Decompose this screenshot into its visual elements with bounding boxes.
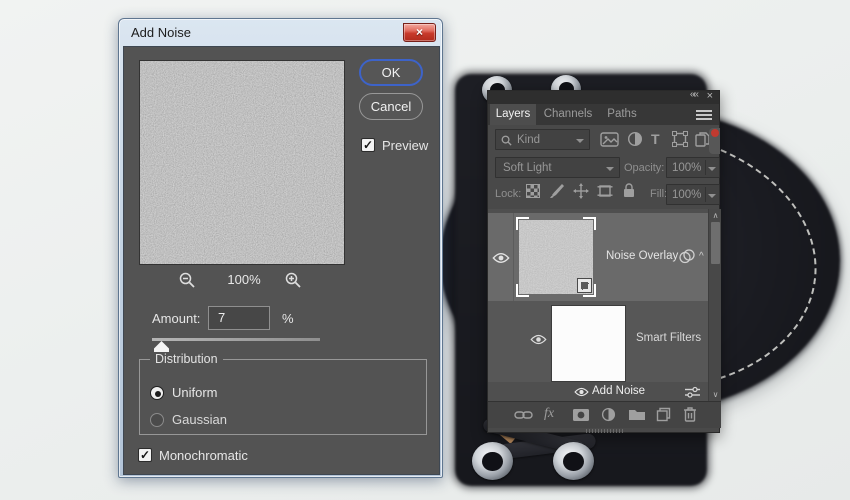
gaussian-label[interactable]: Gaussian [172, 412, 227, 427]
shape-layer-filter-icon[interactable] [672, 131, 688, 147]
panel-resize-grip[interactable] [586, 429, 624, 433]
opacity-dropdown[interactable]: 100% [666, 157, 720, 178]
metal-eyelet [472, 442, 513, 480]
amount-input[interactable]: 7 [208, 306, 270, 330]
metal-eyelet [553, 442, 594, 480]
layer-row-smart-filters[interactable]: Smart Filters [488, 301, 708, 382]
photoshop-workspace: Add Noise × 100% [0, 0, 850, 500]
tab-layers[interactable]: Layers [490, 104, 536, 125]
lock-all-icon[interactable] [622, 182, 636, 198]
distribution-group: Distribution Uniform Gaussian [139, 359, 427, 435]
scroll-down-icon[interactable]: ∨ [711, 390, 720, 399]
monochromatic-checkbox[interactable]: ✓ [138, 448, 152, 462]
preview-zoom-controls: 100% [164, 269, 324, 291]
distribution-legend: Distribution [150, 352, 223, 366]
lock-pixels-brush-icon[interactable] [549, 183, 565, 199]
collapse-panel-icon[interactable]: «« [690, 89, 697, 100]
kind-label: Kind [517, 134, 540, 146]
smart-filters-label: Smart Filters [636, 332, 701, 344]
gaussian-radio[interactable] [150, 413, 164, 427]
pixel-layer-filter-icon[interactable] [600, 132, 619, 147]
blend-mode-dropdown[interactable]: Soft Light [495, 157, 620, 178]
panel-topbar: «« × [488, 91, 719, 104]
smart-filter-indicator-icon[interactable] [678, 249, 697, 264]
tab-paths[interactable]: Paths [600, 104, 644, 125]
smart-filter-entry-add-noise[interactable]: Add Noise [488, 384, 708, 400]
new-layer-icon[interactable] [656, 407, 671, 422]
add-noise-dialog: Add Noise × 100% [118, 18, 443, 478]
amount-slider-track[interactable] [152, 338, 320, 341]
noise-preview-image[interactable] [139, 60, 345, 265]
zoom-level: 100% [216, 272, 272, 287]
fill-label: Fill: [650, 188, 667, 200]
filtering-toggle[interactable] [709, 128, 720, 154]
scroll-up-icon[interactable]: ∧ [711, 211, 720, 220]
fill-dropdown[interactable]: 100% [666, 184, 720, 205]
ok-button[interactable]: OK [359, 59, 423, 86]
filter-mask-thumbnail[interactable] [551, 305, 626, 382]
fill-value: 100% [672, 189, 701, 201]
new-group-folder-icon[interactable] [628, 408, 646, 421]
scrollbar-thumb[interactable] [711, 222, 720, 264]
delete-layer-trash-icon[interactable] [683, 406, 697, 422]
layer-list: Noise Overlay ^ Smart Filters Add Noise [488, 209, 721, 401]
layers-panel: «« × Layers Channels Paths Kind T [487, 90, 720, 433]
lock-position-icon[interactable] [573, 183, 589, 199]
smart-object-badge-icon [577, 278, 592, 293]
adjustment-layer-icon[interactable] [601, 407, 616, 422]
dialog-title: Add Noise [131, 25, 191, 40]
filter-kind-dropdown[interactable]: Kind [495, 129, 590, 150]
amount-label: Amount: [152, 311, 200, 326]
filter-blending-options-icon[interactable] [684, 386, 701, 398]
lock-transparency-icon[interactable] [526, 184, 540, 198]
layer-style-fx-icon[interactable]: fx [544, 406, 554, 422]
preview-checkbox[interactable]: ✓ [361, 138, 375, 152]
close-panel-icon[interactable]: × [707, 90, 713, 102]
chevron-down-icon [708, 167, 716, 175]
preview-checkbox-label: Preview [382, 138, 428, 153]
panel-tab-bar: Layers Channels Paths [488, 104, 719, 125]
chevron-down-icon [576, 139, 584, 147]
panel-menu-icon[interactable] [696, 110, 712, 120]
panel-toolbar: fx [488, 401, 721, 428]
type-layer-filter-icon[interactable]: T [651, 131, 660, 147]
opacity-label: Opacity: [624, 162, 664, 174]
smart-filter-name[interactable]: Add Noise [592, 385, 645, 397]
link-layers-icon[interactable] [514, 409, 533, 421]
blend-mode-value: Soft Light [503, 162, 552, 174]
dialog-titlebar[interactable]: Add Noise × [119, 19, 442, 46]
uniform-radio[interactable] [150, 386, 164, 400]
percent-sign: % [282, 311, 294, 326]
layer-thumbnail[interactable] [516, 217, 596, 297]
zoom-in-icon[interactable] [284, 271, 302, 289]
layer-row-noise-overlay[interactable]: Noise Overlay ^ [488, 213, 708, 301]
eye-icon[interactable] [492, 252, 510, 264]
layer-name[interactable]: Noise Overlay [606, 250, 678, 262]
lock-label: Lock: [495, 188, 521, 200]
close-button[interactable]: × [403, 23, 436, 42]
adjustment-layer-filter-icon[interactable] [627, 131, 643, 147]
eye-icon[interactable] [574, 387, 589, 397]
chevron-down-icon [606, 167, 614, 175]
lock-artboard-icon[interactable] [597, 183, 613, 199]
smart-object-filter-icon[interactable] [695, 131, 710, 147]
chevron-down-icon [708, 194, 716, 202]
monochromatic-label: Monochromatic [159, 448, 248, 463]
collapse-filters-caret[interactable]: ^ [699, 251, 704, 262]
opacity-value: 100% [672, 162, 701, 174]
visibility-column [488, 213, 514, 301]
search-icon [500, 134, 513, 147]
dialog-body: 100% OK Cancel ✓ Preview Amount: 7 % Dis… [123, 46, 440, 475]
uniform-label[interactable]: Uniform [172, 385, 218, 400]
eye-icon[interactable] [530, 334, 547, 345]
add-layer-mask-icon[interactable] [572, 408, 590, 422]
cancel-button[interactable]: Cancel [359, 93, 423, 120]
zoom-out-icon[interactable] [178, 271, 196, 289]
tab-channels[interactable]: Channels [538, 104, 598, 125]
layer-list-scrollbar[interactable]: ∧ ∨ [708, 209, 721, 401]
